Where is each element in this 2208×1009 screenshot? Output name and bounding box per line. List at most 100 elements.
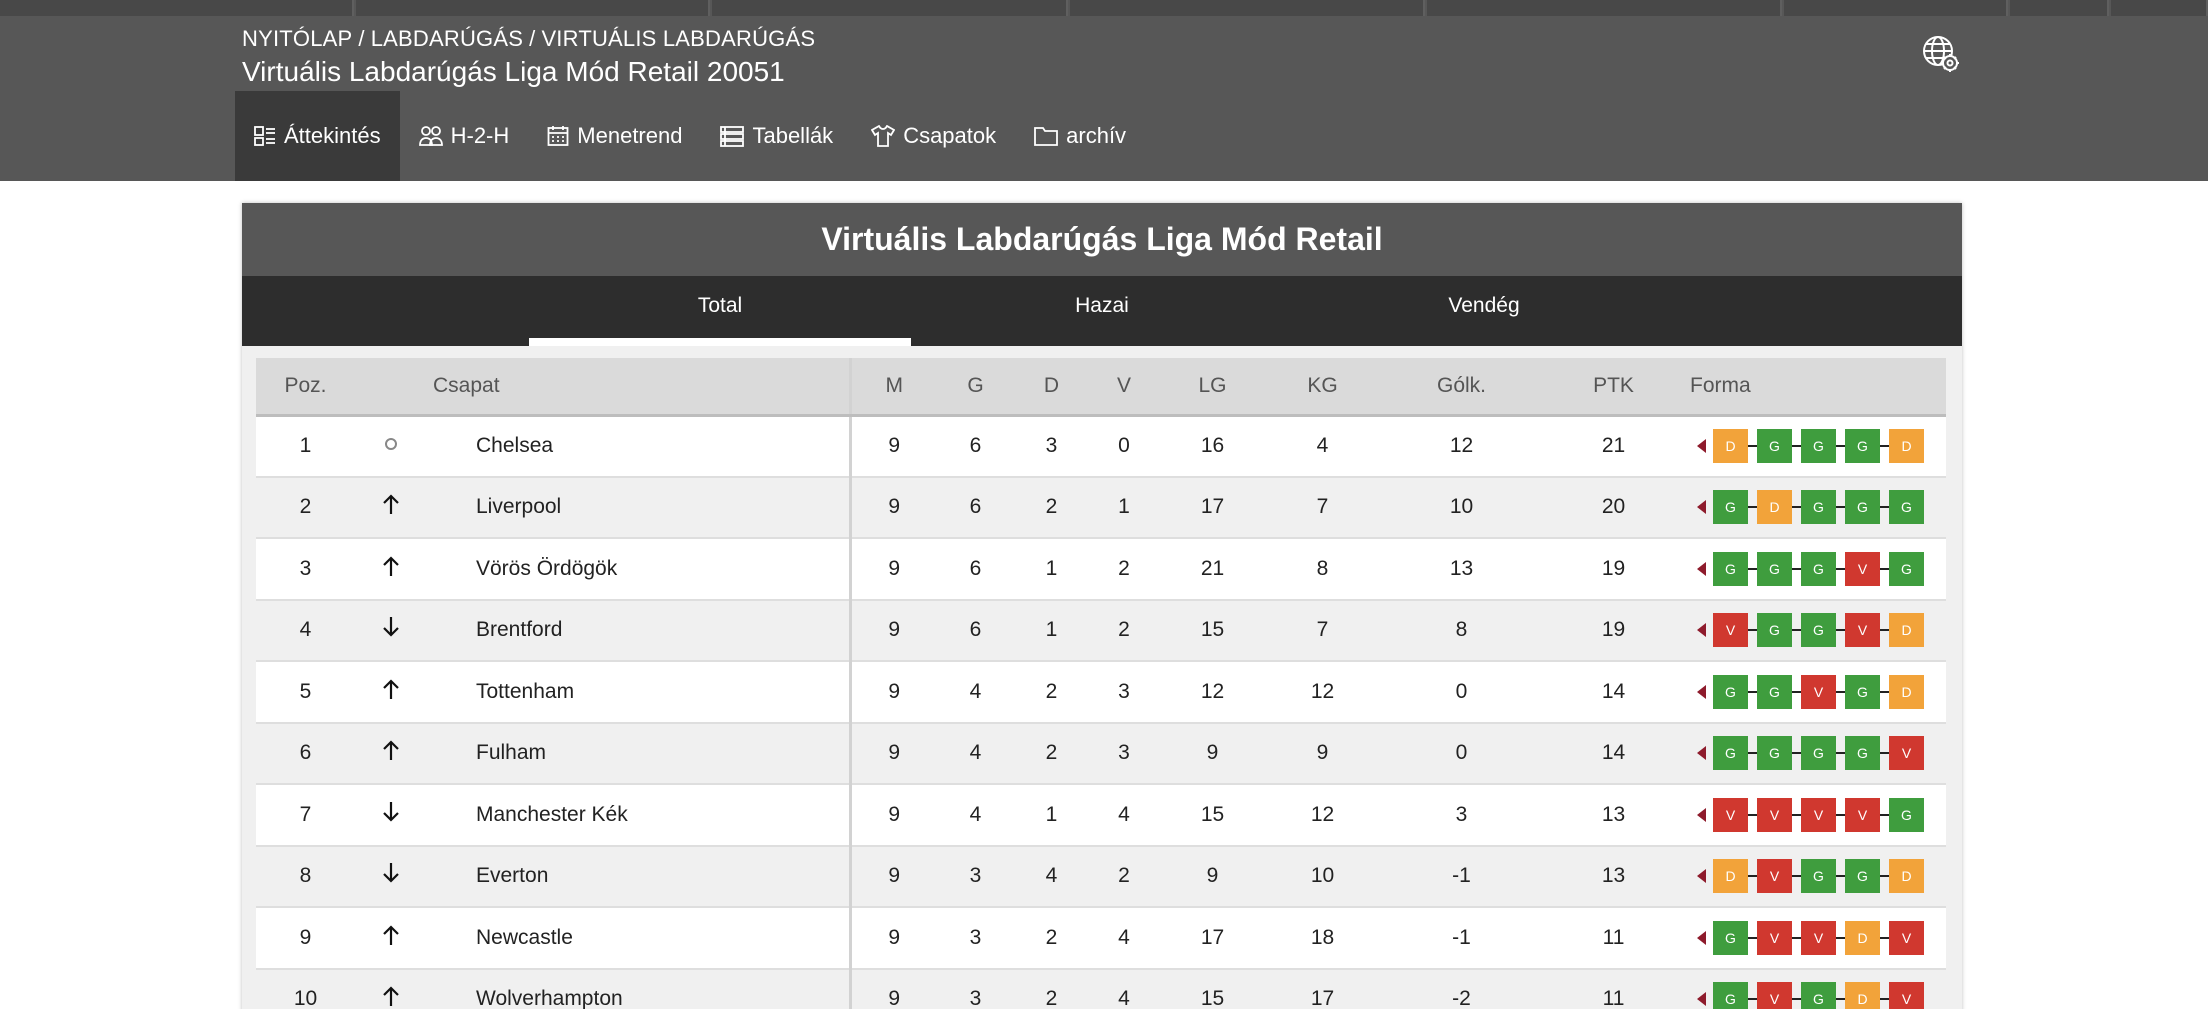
cell-team[interactable]: Chelsea — [426, 415, 850, 478]
form-badge[interactable]: G — [1836, 736, 1880, 771]
breadcrumb-home[interactable]: NYITÓLAP — [242, 26, 352, 51]
table-row[interactable]: 3 Vörös Ördögök 9 6 1 2 21 8 13 19 G G G V G — [256, 538, 1946, 601]
tab-total[interactable]: Total — [529, 276, 911, 346]
col-goals-for[interactable]: LG — [1159, 358, 1266, 417]
form-badge[interactable]: V — [1792, 920, 1836, 955]
nav-tables[interactable]: Tabellák — [701, 91, 852, 181]
form-badge[interactable]: G — [1713, 490, 1748, 525]
col-played[interactable]: M — [848, 358, 937, 417]
form-badge[interactable]: G — [1748, 674, 1792, 709]
table-row[interactable]: 1 Chelsea 9 6 3 0 16 4 12 21 D G G G D — [256, 415, 1946, 478]
table-row[interactable]: 6 Fulham 9 4 2 3 9 9 0 14 G G G G V — [256, 722, 1946, 785]
cell-team[interactable]: Everton — [426, 845, 850, 908]
table-row[interactable]: 9 Newcastle 9 3 2 4 17 18 -1 11 G V V D V — [256, 907, 1946, 970]
form-badge[interactable]: V — [1713, 613, 1748, 648]
table-row[interactable]: 4 Brentford 9 6 1 2 15 7 8 19 V G G V D — [256, 599, 1946, 662]
nav-h2h[interactable]: H-2-H — [400, 91, 529, 181]
col-team[interactable]: Csapat — [426, 358, 850, 417]
globe-settings-icon[interactable] — [1920, 33, 1960, 73]
col-losses[interactable]: V — [1089, 358, 1159, 417]
table-row[interactable]: 8 Everton 9 3 4 2 9 10 -1 13 D V G G D — [256, 845, 1946, 908]
col-goals-against[interactable]: KG — [1266, 358, 1379, 417]
form-badge[interactable]: V — [1880, 982, 1924, 1009]
form-badge[interactable]: G — [1748, 736, 1792, 771]
top-menu-segment[interactable] — [2111, 0, 2208, 16]
form-badge[interactable]: V — [1748, 982, 1792, 1009]
form-badge[interactable]: D — [1713, 859, 1748, 894]
col-wins[interactable]: G — [937, 358, 1014, 417]
cell-team[interactable]: Tottenham — [426, 661, 850, 724]
form-badge[interactable]: V — [1880, 920, 1924, 955]
form-badge[interactable]: D — [1748, 490, 1792, 525]
col-goal-diff[interactable]: Gólk. — [1379, 358, 1544, 417]
top-menu-segment[interactable] — [1427, 0, 1782, 16]
nav-schedule[interactable]: Menetrend — [528, 91, 701, 181]
form-badge[interactable]: G — [1792, 859, 1836, 894]
form-badge[interactable]: G — [1792, 736, 1836, 771]
form-badge[interactable]: V — [1748, 797, 1792, 832]
form-badge[interactable]: V — [1792, 674, 1836, 709]
cell-team[interactable]: Newcastle — [426, 907, 850, 970]
top-menu-segment[interactable] — [356, 0, 710, 16]
top-menu-segment[interactable] — [0, 0, 354, 16]
form-badge[interactable]: G — [1713, 982, 1748, 1009]
form-badge[interactable]: V — [1748, 859, 1792, 894]
table-row[interactable]: 10 Wolverhampton 9 3 2 4 15 17 -2 11 G V G D V — [256, 968, 1946, 1009]
cell-team[interactable]: Vörös Ördögök — [426, 538, 850, 601]
form-badge[interactable]: G — [1792, 490, 1836, 525]
form-badge[interactable]: V — [1792, 797, 1836, 832]
col-draws[interactable]: D — [1014, 358, 1089, 417]
form-badge[interactable]: G — [1880, 490, 1924, 525]
breadcrumb-football[interactable]: LABDARÚGÁS — [371, 26, 523, 51]
tab-away[interactable]: Vendég — [1293, 276, 1675, 346]
cell-team[interactable]: Fulham — [426, 722, 850, 785]
table-row[interactable]: 7 Manchester Kék 9 4 1 4 15 12 3 13 V V V V G — [256, 784, 1946, 847]
form-badge[interactable]: G — [1713, 920, 1748, 955]
form-badge[interactable]: G — [1748, 429, 1792, 463]
form-badge[interactable]: G — [1748, 551, 1792, 586]
form-badge[interactable]: V — [1836, 551, 1880, 586]
col-form[interactable]: Forma — [1683, 358, 1946, 417]
cell-team[interactable]: Brentford — [426, 599, 850, 662]
nav-overview[interactable]: Áttekintés — [235, 91, 400, 181]
table-row[interactable]: 2 Liverpool 9 6 2 1 17 7 10 20 G D G G G — [256, 476, 1946, 539]
form-badge[interactable]: G — [1836, 429, 1880, 463]
cell-team[interactable]: Wolverhampton — [426, 968, 850, 1009]
col-points[interactable]: PTK — [1544, 358, 1683, 417]
form-badge[interactable]: D — [1713, 429, 1748, 463]
nav-teams[interactable]: Csapatok — [852, 91, 1015, 181]
form-badge[interactable]: G — [1836, 859, 1880, 894]
form-badge[interactable]: D — [1836, 920, 1880, 955]
top-menu-segment[interactable] — [1784, 0, 2008, 16]
form-badge[interactable]: G — [1836, 674, 1880, 709]
col-position[interactable]: Poz. — [256, 358, 355, 417]
form-badge[interactable]: D — [1880, 429, 1924, 463]
form-badge[interactable]: D — [1836, 982, 1880, 1009]
form-badge[interactable]: D — [1880, 674, 1924, 709]
table-row[interactable]: 5 Tottenham 9 4 2 3 12 12 0 14 G G V G D — [256, 661, 1946, 724]
form-badge[interactable]: G — [1792, 613, 1836, 648]
form-badge[interactable]: V — [1880, 736, 1924, 771]
form-badge[interactable]: V — [1713, 797, 1748, 832]
breadcrumb-virtual-football[interactable]: VIRTUÁLIS LABDARÚGÁS — [541, 26, 815, 51]
form-badge[interactable]: G — [1792, 551, 1836, 586]
form-badge[interactable]: G — [1880, 797, 1924, 832]
form-badge[interactable]: V — [1836, 797, 1880, 832]
top-menu-segment[interactable] — [2010, 0, 2109, 16]
cell-team[interactable]: Liverpool — [426, 476, 850, 539]
form-badge[interactable]: G — [1880, 551, 1924, 586]
form-badge[interactable]: G — [1713, 551, 1748, 586]
form-badge[interactable]: G — [1792, 982, 1836, 1009]
form-badge[interactable]: V — [1836, 613, 1880, 648]
cell-team[interactable]: Manchester Kék — [426, 784, 850, 847]
tab-home[interactable]: Hazai — [911, 276, 1293, 346]
form-badge[interactable]: G — [1792, 429, 1836, 463]
form-badge[interactable]: G — [1713, 674, 1748, 709]
form-badge[interactable]: V — [1748, 920, 1792, 955]
form-badge[interactable]: G — [1713, 736, 1748, 771]
top-menu-segment[interactable] — [712, 0, 1068, 16]
top-menu-segment[interactable] — [1070, 0, 1425, 16]
nav-archive[interactable]: archív — [1015, 91, 1145, 181]
form-badge[interactable]: D — [1880, 613, 1924, 648]
form-badge[interactable]: G — [1748, 613, 1792, 648]
